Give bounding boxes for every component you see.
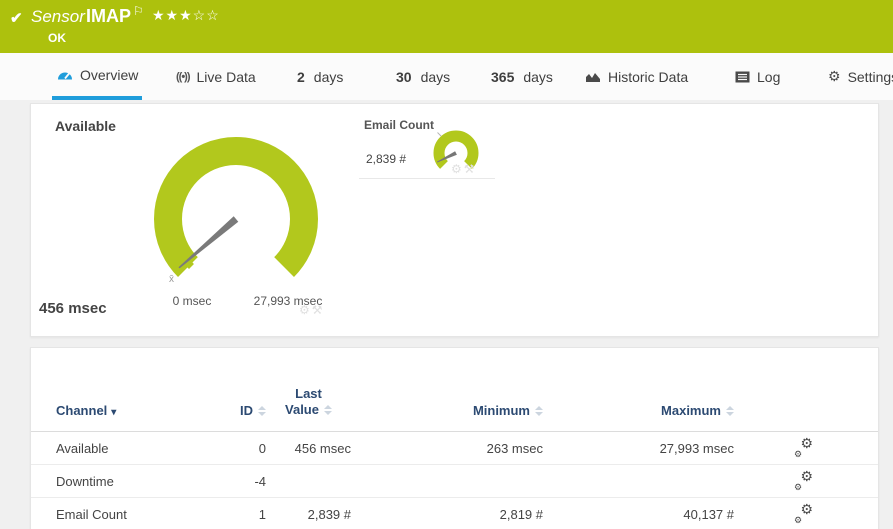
channel-last-value: 2,839 # xyxy=(307,506,351,522)
col-header-last-value[interactable]: Last Value xyxy=(266,386,351,419)
tab-number: 365 xyxy=(491,68,515,85)
tab-live-data[interactable]: ((•)) Live Data xyxy=(172,53,260,100)
channel-settings-gears-icon[interactable]: ⚙ ⚙ xyxy=(793,501,815,525)
priority-stars[interactable]: ★★★☆☆ xyxy=(152,7,220,24)
col-header-id[interactable]: ID xyxy=(216,403,266,418)
main-gauge-value: 456 msec xyxy=(39,300,107,317)
sensor-status-badge: OK xyxy=(48,31,66,45)
channel-minimum: 263 msec xyxy=(486,440,543,456)
channels-table-panel: Channel ▾ ID Last Value Minimum Maximum A… xyxy=(30,347,879,529)
tab-number: 30 xyxy=(396,68,412,85)
table-header-row: Channel ▾ ID Last Value Minimum Maximum xyxy=(31,348,878,432)
channel-settings-gears-icon[interactable]: ⚙ ⚙ xyxy=(793,468,815,492)
gauge-icon xyxy=(56,68,73,81)
sensor-header: ✔ Sensor IMAP ⚐ ★★★☆☆ OK xyxy=(0,0,893,53)
log-list-icon xyxy=(735,71,750,83)
sensor-type-label: Sensor xyxy=(31,7,85,26)
tab-label: Log xyxy=(757,68,781,85)
gauge-tools: ⚙⚒ xyxy=(451,162,477,176)
table-row-available[interactable]: Available 0 456 msec 263 msec 27,993 mse… xyxy=(31,432,878,465)
tab-label: days xyxy=(313,68,344,85)
tab-overview[interactable]: Overview xyxy=(52,53,143,100)
tab-label: days xyxy=(523,68,553,85)
channel-name: Email Count xyxy=(56,506,127,522)
live-data-icon: ((•)) xyxy=(176,70,190,83)
gear-icon[interactable]: ⚙ xyxy=(299,303,312,317)
sort-icon xyxy=(323,404,332,415)
channel-name: Available xyxy=(56,440,109,456)
mini-gauge-value: 2,839 # xyxy=(366,152,407,166)
channel-maximum: 27,993 msec xyxy=(659,440,734,456)
channel-id: 0 xyxy=(258,440,266,456)
tab-log[interactable]: Log xyxy=(731,53,784,100)
tools-icon[interactable]: ⚒ xyxy=(464,162,477,176)
stars-empty[interactable]: ☆☆ xyxy=(193,7,220,23)
tab-number: 2 xyxy=(297,68,305,85)
sensor-name: IMAP xyxy=(86,6,131,26)
tab-30-days[interactable]: 30 days xyxy=(392,53,454,100)
available-gauge[interactable] xyxy=(151,134,321,304)
divider xyxy=(359,178,495,179)
gear-icon[interactable]: ⚙ xyxy=(451,162,464,176)
gauge-scale-max: 27,993 msec xyxy=(253,294,323,308)
channel-last-value: 456 msec xyxy=(294,440,351,456)
tab-settings[interactable]: ⚙ Settings xyxy=(824,53,893,100)
overview-gauges-panel: Available x̄ 0 msec 27,993 msec 456 msec… xyxy=(30,103,879,337)
sort-desc-icon: ▾ xyxy=(111,407,117,418)
sort-icon xyxy=(726,406,734,416)
tab-label: Historic Data xyxy=(608,68,689,85)
channel-minimum: 2,819 # xyxy=(499,506,543,522)
flag-icon[interactable]: ⚐ xyxy=(133,4,144,18)
col-header-maximum[interactable]: Maximum xyxy=(543,403,734,418)
gauge-tools: ⚙⚒ xyxy=(299,303,325,317)
gauge-average-marker: x̄ xyxy=(169,274,174,285)
tab-365-days[interactable]: 365 days xyxy=(487,53,557,100)
channel-id: 1 xyxy=(258,506,266,522)
status-ok-check-icon: ✔ xyxy=(10,10,23,27)
sort-icon xyxy=(258,406,266,416)
col-header-channel[interactable]: Channel ▾ xyxy=(56,403,216,418)
tab-label: Overview xyxy=(80,66,139,83)
channel-id: -4 xyxy=(254,473,266,489)
tab-2-days[interactable]: 2 days xyxy=(293,53,347,100)
table-row-downtime[interactable]: Downtime -4 ⚙ ⚙ xyxy=(31,465,878,498)
tools-icon[interactable]: ⚒ xyxy=(312,303,325,317)
tab-label: Live Data xyxy=(196,68,256,85)
stars-filled[interactable]: ★★★ xyxy=(152,7,193,23)
main-gauge-title: Available xyxy=(55,118,116,134)
channel-name: Downtime xyxy=(56,473,114,489)
area-chart-icon xyxy=(585,71,601,83)
col-header-minimum[interactable]: Minimum xyxy=(351,403,543,418)
sort-icon xyxy=(535,406,543,416)
tab-historic-data[interactable]: Historic Data xyxy=(581,53,692,100)
channel-maximum: 40,137 # xyxy=(683,506,734,522)
tab-label: days xyxy=(420,68,451,85)
tab-bar: Overview ((•)) Live Data 2 days 30 days … xyxy=(0,53,893,100)
gauge-scale-min: 0 msec xyxy=(172,294,212,308)
table-row-email-count[interactable]: Email Count 1 2,839 # 2,819 # 40,137 # ⚙… xyxy=(31,498,878,529)
tab-label: Settings xyxy=(847,68,893,85)
mini-gauge-title: Email Count xyxy=(364,118,435,132)
gear-icon: ⚙ xyxy=(828,68,841,84)
channel-settings-gears-icon[interactable]: ⚙ ⚙ xyxy=(793,435,815,459)
